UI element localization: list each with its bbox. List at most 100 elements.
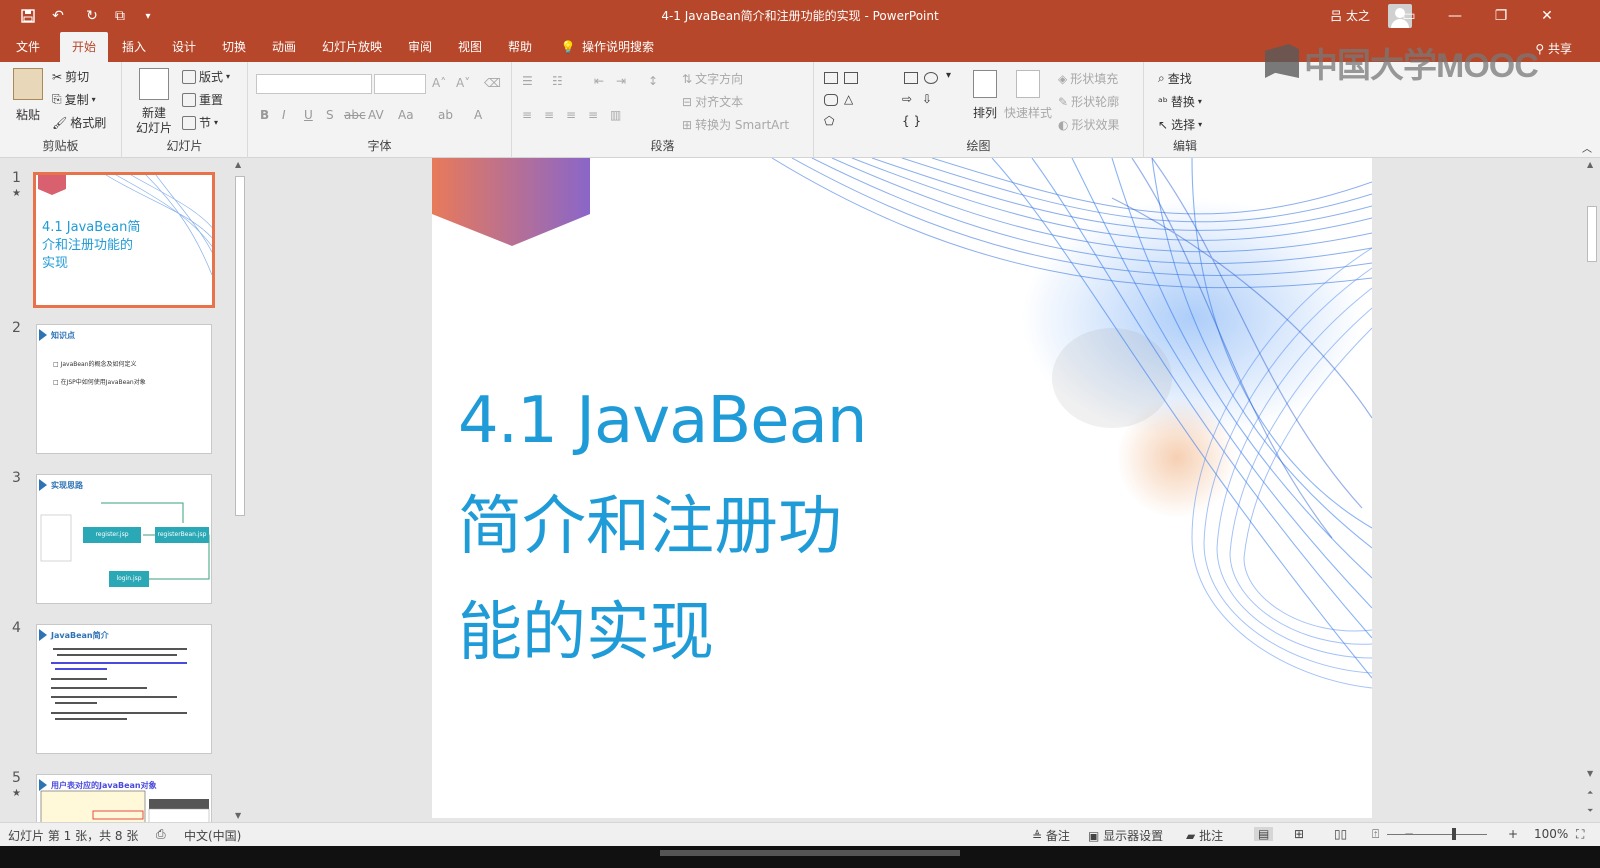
scroll-up-icon[interactable]: ▲ xyxy=(235,160,241,169)
slide-title[interactable]: 4.1 JavaBean 简介和注册功 能的实现 xyxy=(458,368,1018,686)
bullets-icon[interactable]: ☰ xyxy=(522,74,533,88)
shape-outline-button[interactable]: ✎ 形状轮廓 xyxy=(1058,93,1119,110)
share-button[interactable]: ⚲ 共享 xyxy=(1535,40,1572,57)
right-arrow-shape-icon[interactable]: ⇨ xyxy=(902,92,912,106)
tab-file[interactable]: 文件 xyxy=(8,32,48,62)
font-family-select[interactable] xyxy=(256,74,372,94)
char-spacing-icon[interactable]: AV xyxy=(368,108,384,122)
brace-shape-icon[interactable]: { } xyxy=(902,114,921,128)
align-center-icon[interactable]: ≡ xyxy=(544,108,554,122)
bold-icon[interactable]: B xyxy=(260,108,269,122)
slide-thumbnail-pane[interactable]: 1 ★ 4.1 JavaBean简介和注册功能的实现 2 知识点 □ JavaB… xyxy=(0,158,250,822)
collapse-ribbon-icon[interactable]: ︿ xyxy=(1582,140,1592,155)
shape-fill-button[interactable]: ◈ 形状填充 xyxy=(1058,70,1118,87)
notes-button[interactable]: ≜ 备注 xyxy=(1032,827,1070,844)
quick-styles-button[interactable]: 快速样式 xyxy=(1004,70,1052,121)
language-indicator[interactable]: 中文(中国) xyxy=(184,827,241,844)
slide-thumbnail-3[interactable]: 实现思路 register.jsp registerBean.jsp login… xyxy=(36,474,212,604)
align-right-icon[interactable]: ≡ xyxy=(566,108,576,122)
thumbnail-scroll-thumb[interactable] xyxy=(235,176,245,516)
new-slide-button[interactable]: 新建 幻灯片 xyxy=(132,68,176,136)
section-button[interactable]: 节 ▾ xyxy=(182,114,218,131)
previous-slide-icon[interactable]: ⏶ xyxy=(1587,788,1593,798)
shapes-gallery[interactable]: △ ⇨ ⇩ ⬠ { } ▾ xyxy=(822,70,962,130)
tab-insert[interactable]: 插入 xyxy=(114,32,154,62)
numbering-icon[interactable]: ☷ xyxy=(552,74,563,88)
shape-effects-button[interactable]: ◐ 形状效果 xyxy=(1058,116,1120,133)
increase-indent-icon[interactable]: ⇥ xyxy=(616,74,626,88)
close-icon[interactable]: ✕ xyxy=(1524,0,1570,32)
current-slide[interactable]: 4.1 JavaBean 简介和注册功 能的实现 xyxy=(432,158,1372,818)
smartart-button[interactable]: ⊞ 转换为 SmartArt xyxy=(682,116,789,133)
slide-thumbnail-5[interactable]: 用户表对应的JavaBean对象 xyxy=(36,774,212,822)
justify-icon[interactable]: ≡ xyxy=(588,108,598,122)
tab-view[interactable]: 视图 xyxy=(450,32,490,62)
restore-icon[interactable]: ❐ xyxy=(1478,0,1524,32)
zoom-level[interactable]: 100% xyxy=(1534,827,1568,841)
rounded-rect-shape-icon[interactable] xyxy=(824,94,838,106)
user-name[interactable]: 吕 太之 xyxy=(1330,7,1370,24)
gallery-more-icon[interactable]: ▾ xyxy=(946,70,951,81)
underline-icon[interactable]: U xyxy=(304,108,313,122)
next-slide-icon[interactable]: ⏷ xyxy=(1587,806,1593,816)
shadow-icon[interactable]: S xyxy=(326,108,334,122)
thumbnail-scrollbar[interactable]: ▲ ▼ xyxy=(232,158,248,822)
font-size-select[interactable] xyxy=(374,74,426,94)
arrange-button[interactable]: 排列 xyxy=(968,70,1002,121)
oval-shape-icon[interactable] xyxy=(924,72,938,84)
copy-button[interactable]: ⎘ 复制 ▾ xyxy=(52,91,96,108)
scroll-up-icon[interactable]: ▲ xyxy=(1587,160,1593,169)
strikethrough-icon[interactable]: abc xyxy=(344,108,366,122)
decrease-indent-icon[interactable]: ⇤ xyxy=(594,74,604,88)
tab-transitions[interactable]: 切换 xyxy=(214,32,254,62)
vertical-textbox-shape-icon[interactable] xyxy=(844,72,858,84)
line-spacing-icon[interactable]: ↕ xyxy=(648,74,658,88)
replace-button[interactable]: ᵃᵇ 替换 ▾ xyxy=(1158,93,1202,110)
reset-button[interactable]: 重置 xyxy=(182,91,223,108)
change-case-icon[interactable]: Aa xyxy=(398,108,414,122)
paste-button[interactable]: 粘贴 xyxy=(10,68,46,123)
slide-thumbnail-1[interactable]: 4.1 JavaBean简介和注册功能的实现 xyxy=(33,172,215,308)
normal-view-icon[interactable]: ▤ xyxy=(1254,827,1274,841)
tab-animations[interactable]: 动画 xyxy=(264,32,304,62)
tab-review[interactable]: 审阅 xyxy=(400,32,440,62)
find-button[interactable]: ⌕ 查找 xyxy=(1158,70,1192,87)
tab-slideshow[interactable]: 幻灯片放映 xyxy=(316,32,388,62)
columns-icon[interactable]: ▥ xyxy=(610,108,621,122)
slide-scrollbar[interactable]: ▲ ▼ ⏶ ⏷ xyxy=(1584,158,1600,822)
zoom-slider[interactable] xyxy=(1387,834,1487,835)
slide-scroll-thumb[interactable] xyxy=(1587,206,1597,262)
spellcheck-icon[interactable]: ⎙ xyxy=(156,827,166,842)
clear-format-icon[interactable]: ⌫ xyxy=(484,76,501,90)
reading-view-icon[interactable]: ▯▯ xyxy=(1334,827,1347,841)
slideshow-view-icon[interactable]: ⍐ xyxy=(1372,827,1379,842)
tab-help[interactable]: 帮助 xyxy=(500,32,540,62)
triangle-shape-icon[interactable]: △ xyxy=(844,92,853,106)
select-button[interactable]: ↖ 选择 ▾ xyxy=(1158,116,1202,133)
tab-home[interactable]: 开始 xyxy=(60,32,108,62)
rectangle-shape-icon[interactable] xyxy=(904,72,918,84)
align-left-icon[interactable]: ≡ xyxy=(522,108,532,122)
slide-thumbnail-2[interactable]: 知识点 □ JavaBean的概念及如何定义 □ 在JSP中如何使用JavaBe… xyxy=(36,324,212,454)
scroll-down-icon[interactable]: ▼ xyxy=(1587,769,1593,778)
align-text-button[interactable]: ⊟ 对齐文本 xyxy=(682,93,743,110)
zoom-in-icon[interactable]: + xyxy=(1508,827,1518,841)
ribbon-display-icon[interactable]: ▭ xyxy=(1386,0,1432,32)
text-direction-button[interactable]: ⇅ 文字方向 xyxy=(682,70,743,87)
shrink-font-icon[interactable]: A˅ xyxy=(456,76,470,90)
grow-font-icon[interactable]: A˄ xyxy=(432,76,446,90)
format-painter-button[interactable]: 🖌 格式刷 xyxy=(52,114,106,131)
slide-sorter-icon[interactable]: ⊞ xyxy=(1294,827,1304,841)
layout-button[interactable]: 版式 ▾ xyxy=(182,68,230,85)
slide-thumbnail-4[interactable]: JavaBean简介 xyxy=(36,624,212,754)
textbox-shape-icon[interactable] xyxy=(824,72,838,84)
zoom-slider-thumb[interactable] xyxy=(1452,828,1456,840)
cut-button[interactable]: ✂ 剪切 xyxy=(52,68,89,85)
pentagon-shape-icon[interactable]: ⬠ xyxy=(824,114,834,128)
fit-to-window-icon[interactable]: ⛶ xyxy=(1576,827,1584,842)
font-color-icon[interactable]: A xyxy=(474,108,482,122)
tab-design[interactable]: 设计 xyxy=(164,32,204,62)
scroll-down-icon[interactable]: ▼ xyxy=(235,811,241,820)
down-arrow-shape-icon[interactable]: ⇩ xyxy=(922,92,932,106)
display-settings-button[interactable]: ▣ 显示器设置 xyxy=(1088,827,1163,844)
